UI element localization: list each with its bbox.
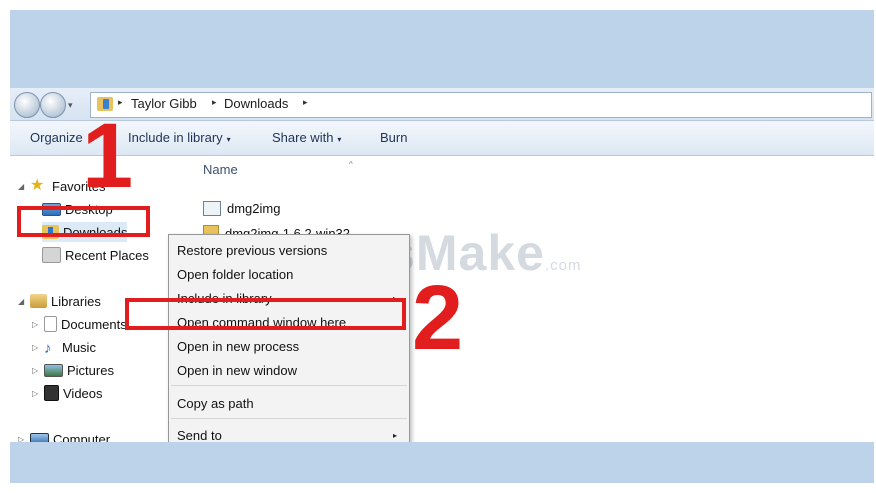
menu-restore-previous-versions[interactable]: Restore previous versions (169, 239, 409, 261)
nav-label: Documents (61, 316, 127, 332)
application-icon (203, 201, 221, 216)
dropdown-arrow-icon: ▾ (226, 135, 231, 144)
context-menu: Restore previous versions Open folder lo… (168, 234, 410, 464)
nav-libraries[interactable]: ◢ Libraries (18, 291, 101, 311)
star-icon: ★ (30, 177, 45, 194)
documents-icon (44, 316, 57, 332)
share-label: Share with (272, 130, 334, 145)
step-2-label: 2 (412, 267, 464, 369)
title-bar (10, 10, 874, 88)
breadcrumb-downloads[interactable]: Downloads (224, 96, 288, 111)
nav-label: Recent Places (65, 247, 149, 263)
watermark-suffix: .com (544, 257, 582, 274)
expand-arrow-icon[interactable]: ◢ (18, 297, 30, 306)
nav-label: Videos (63, 385, 103, 401)
pictures-icon (44, 363, 63, 377)
burn-label: Burn (380, 130, 408, 145)
breadcrumb-taylor-gibb[interactable]: Taylor Gibb (131, 96, 197, 111)
nav-pictures[interactable]: ▷ Pictures (32, 360, 114, 380)
menu-label: Send to (177, 427, 222, 443)
dropdown-arrow-icon: ▾ (337, 135, 342, 144)
menu-open-in-new-process[interactable]: Open in new process (169, 335, 409, 357)
nav-music[interactable]: ▷ ♪ Music (32, 337, 96, 358)
menu-separator (171, 385, 407, 386)
submenu-arrow-icon: ▸ (392, 430, 397, 440)
menu-label: Open in new window (177, 362, 297, 378)
back-button[interactable] (14, 92, 40, 118)
menu-copy-as-path[interactable]: Copy as path (169, 392, 409, 414)
nav-label: Libraries (51, 293, 101, 309)
include-label: Include in library (128, 130, 223, 145)
highlight-downloads-box (17, 206, 150, 237)
nav-label: Pictures (67, 362, 114, 378)
menu-label: Restore previous versions (177, 242, 328, 258)
collapsed-arrow-icon[interactable]: ▷ (32, 343, 44, 352)
nav-label: Music (62, 339, 96, 355)
music-note-icon: ♪ (44, 340, 52, 357)
bottom-band (10, 442, 874, 483)
menu-open-folder-location[interactable]: Open folder location (169, 263, 409, 285)
menu-separator (171, 418, 407, 419)
organize-label: Organize (30, 130, 83, 145)
command-bar: Organize Include in library ▾ Share with ▾… (10, 121, 874, 156)
sort-ascending-icon: ^ (349, 160, 353, 169)
collapsed-arrow-icon[interactable]: ▷ (32, 366, 44, 375)
highlight-command-window-box (125, 298, 406, 330)
burn-button[interactable]: Burn (380, 130, 407, 145)
organize-button[interactable]: Organize (30, 130, 83, 145)
expand-arrow-icon[interactable]: ◢ (18, 182, 30, 191)
nav-recent-places[interactable]: Recent Places (42, 245, 149, 265)
explorer-window: ▾ ▸ Taylor Gibb ▸ Downloads ▸ Organize I… (10, 10, 874, 483)
recent-places-icon (42, 247, 61, 263)
film-icon (44, 385, 59, 401)
file-name: dmg2img (227, 201, 281, 216)
breadcrumb-separator[interactable]: ▸ (303, 97, 308, 108)
column-header-label: Name (203, 162, 238, 177)
navigation-row: ▾ ▸ Taylor Gibb ▸ Downloads ▸ (10, 88, 874, 121)
menu-label: Open in new process (177, 338, 300, 354)
nav-documents[interactable]: ▷ Documents (32, 314, 127, 334)
column-header-name[interactable]: Name ^ (203, 160, 353, 177)
recent-pages-dropdown[interactable]: ▾ (68, 100, 73, 111)
step-1-label: 1 (82, 105, 134, 207)
file-row[interactable]: dmg2img (203, 201, 280, 216)
address-bar[interactable]: ▸ Taylor Gibb ▸ Downloads ▸ (90, 92, 872, 118)
collapsed-arrow-icon[interactable]: ▷ (32, 389, 44, 398)
collapsed-arrow-icon[interactable]: ▷ (32, 320, 44, 329)
include-in-library-button[interactable]: Include in library ▾ (128, 130, 231, 145)
libraries-icon (30, 294, 47, 308)
menu-open-in-new-window[interactable]: Open in new window (169, 359, 409, 381)
share-with-button[interactable]: Share with ▾ (272, 130, 341, 145)
menu-label: Open folder location (177, 266, 294, 282)
breadcrumb-separator[interactable]: ▸ (212, 97, 217, 108)
nav-videos[interactable]: ▷ Videos (32, 383, 103, 403)
menu-label: Copy as path (177, 395, 254, 411)
forward-button[interactable] (40, 92, 66, 118)
